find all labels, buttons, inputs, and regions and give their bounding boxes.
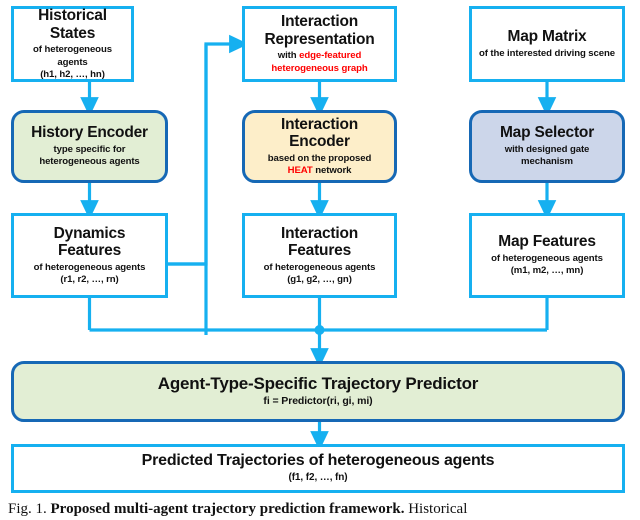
subtitle-line-1: with designed gate [504,144,590,156]
node-subtitle: of heterogeneous agents (g1, g2, …, gn) [264,262,376,287]
node-subtitle: of the interested driving scene [479,48,615,60]
caption-bold-text: Proposed multi-agent trajectory predicti… [50,501,405,517]
node-map-selector: Map Selector with designed gate mechanis… [469,110,625,183]
subtitle-line-1: of heterogeneous agents [263,261,376,273]
node-interaction-representation: Interaction Representation with edge-fea… [242,6,397,82]
node-subtitle: fi = Predictor(ri, gi, mi) [263,395,372,408]
node-map-matrix: Map Matrix of the interested driving sce… [469,6,625,82]
subtitle-line-2: (h1, h2, …, hn) [40,68,105,80]
node-title: Map Features [498,233,596,251]
node-subtitle: with edge-featured heterogeneous graph [271,50,367,75]
node-dynamics-features: Dynamics Features of heterogeneous agent… [11,213,168,298]
title-line-1: Interaction [280,115,359,133]
title-line-2: Features [57,242,121,260]
subtitle-line-1: of the interested driving scene [478,47,616,59]
title-line-2: Representation [264,30,375,48]
subtitle-highlight-1: edge-featured [299,50,362,62]
node-title: Interaction Encoder [281,116,358,151]
subtitle-line-1: based on the proposed [267,152,372,164]
node-title: Agent-Type-Specific Trajectory Predictor [157,374,479,394]
node-title: History Encoder [31,124,148,142]
node-subtitle: of heterogeneous agents (m1, m2, …, mn) [491,253,603,278]
subtitle-line-1: of heterogeneous agents [33,261,146,273]
subtitle-line-2: heterogeneous agents [39,156,140,168]
subtitle-line-1: (f1, f2, …, fn) [288,472,348,484]
node-title: Historical States [38,6,107,42]
node-title: Interaction Features [281,225,358,260]
subtitle-line-2: (g1, g2, …, gn) [287,274,352,286]
subtitle-highlight-2: heterogeneous graph [271,62,368,74]
title-line-2: Encoder [289,133,350,151]
node-subtitle: (f1, f2, …, fn) [288,472,347,485]
figure-diagram: Historical States of heterogeneous agent… [0,0,640,520]
subtitle-line-1: of heterogeneous agents [491,253,603,265]
node-title: Map Matrix [507,28,587,46]
merge-junction-dot [314,325,325,335]
node-historical-states: Historical States of heterogeneous agent… [11,6,134,82]
node-predicted-trajectories: Predicted Trajectories of heterogeneous … [11,444,625,493]
node-title: Dynamics Features [54,225,126,260]
node-title: Interaction Representation [264,13,374,48]
subtitle-line-1: type specific for [53,144,126,156]
node-title: Map Selector [499,124,595,142]
title-line-1: Interaction [280,13,359,31]
subtitle-highlight: HEAT [287,165,313,177]
figure-caption: Fig. 1. Proposed multi-agent trajectory … [8,500,632,520]
subtitle-line-2: mechanism [521,156,573,168]
node-trajectory-predictor: Agent-Type-Specific Trajectory Predictor… [11,361,625,422]
node-interaction-features: Interaction Features of heterogeneous ag… [242,213,397,298]
subtitle-line-1: of heterogeneous agents [33,44,112,68]
node-subtitle: based on the proposed HEAT network [267,152,372,178]
subtitle-prefix: with [277,50,300,62]
node-subtitle: of heterogeneous agents (h1, h2, …, hn) [18,44,127,81]
subtitle-line-2: (r1, r2, …, rn) [60,274,119,286]
subtitle-suffix: network [312,165,352,177]
feedback-riser [168,44,208,266]
title-line-1: Dynamics [53,224,126,242]
title-line-2: Features [287,242,351,260]
node-subtitle: with designed gate mechanism [505,144,590,169]
node-map-features: Map Features of heterogeneous agents (m1… [469,213,625,298]
node-subtitle: type specific for heterogeneous agents [39,144,139,169]
node-interaction-encoder: Interaction Encoder based on the propose… [242,110,397,183]
node-subtitle: of heterogeneous agents (r1, r2, …, rn) [34,262,146,287]
caption-rest: Historical [408,501,468,517]
subtitle-line-1: fi = Predictor(ri, gi, mi) [263,395,373,408]
title-line-1: Interaction [280,224,359,242]
subtitle-line-2: (m1, m2, …, mn) [510,265,584,277]
caption-label: Fig. 1. [8,501,47,517]
node-title: Predicted Trajectories of heterogeneous … [141,451,495,469]
node-history-encoder: History Encoder type specific for hetero… [11,110,168,183]
arrow-dynamics-features-to-interaction-representation [168,44,239,335]
